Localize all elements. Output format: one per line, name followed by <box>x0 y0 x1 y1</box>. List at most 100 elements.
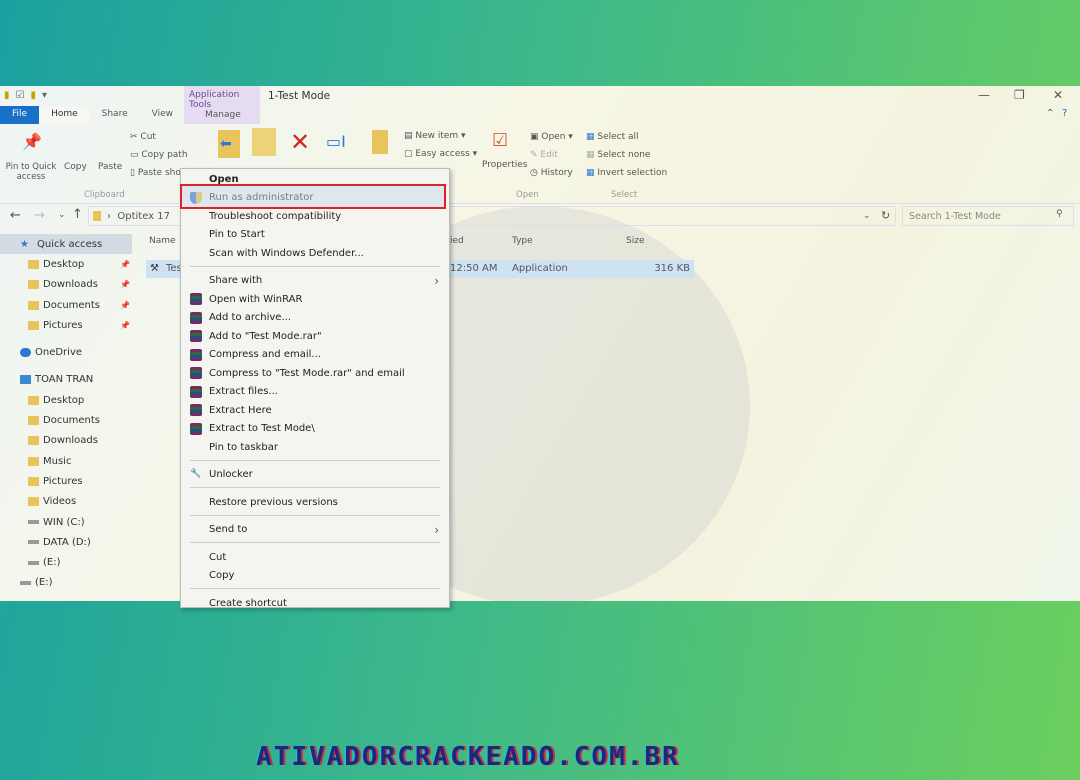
nav-item[interactable]: Desktop 📌 <box>0 254 140 274</box>
menu-item[interactable]: 🔧 Unlocker <box>181 466 449 485</box>
ribbon-collapse-icon[interactable]: ⌃ <box>1046 108 1054 119</box>
title-bar: ▮ ☑ ▮ ▾ 1-Test Mode — ❐ ✕ <box>0 86 1080 106</box>
new-folder-button[interactable] <box>372 130 388 154</box>
forward-button[interactable]: → <box>34 208 45 223</box>
menu-item[interactable]: Pin to Start <box>181 226 449 245</box>
easy-access-button[interactable]: ▢ Easy access ▾ <box>404 149 477 159</box>
tab-manage[interactable]: Manage <box>205 110 241 120</box>
nav-item[interactable]: Downloads 📌 <box>0 275 140 295</box>
column-name[interactable]: Name <box>149 236 176 246</box>
checkbox-icon[interactable]: ☑ <box>16 90 25 101</box>
column-size[interactable]: Size <box>626 236 644 246</box>
new-item-button[interactable]: ▤ New item ▾ <box>404 131 466 141</box>
nav-item[interactable]: Music <box>0 451 140 471</box>
copy-path-button[interactable]: ▭ Copy path <box>130 150 188 160</box>
menu-item[interactable]: Extract files... <box>181 383 449 402</box>
open-button[interactable]: ▣ Open ▾ <box>530 132 573 142</box>
pin-icon[interactable]: 📌 <box>120 280 130 289</box>
breadcrumb-optitex[interactable]: Optitex 17 <box>117 211 170 222</box>
select-all-button[interactable]: ▦ Select all <box>586 132 639 142</box>
nav-item[interactable]: Downloads <box>0 431 140 451</box>
menu-item[interactable]: Create shortcut <box>181 594 449 613</box>
pin-quick-access-button[interactable]: Pin to Quick access <box>4 162 58 182</box>
tab-view[interactable]: View <box>140 106 185 124</box>
tab-share[interactable]: Share <box>90 106 140 124</box>
menu-item[interactable]: Restore previous versions <box>181 493 449 512</box>
nav-item[interactable]: (E:) <box>0 552 140 572</box>
nav-item[interactable]: DATA (D:) <box>0 532 140 552</box>
help-icon[interactable]: ? <box>1062 108 1067 119</box>
menu-item[interactable]: Add to archive... <box>181 309 449 328</box>
pin-icon[interactable]: 📌 <box>120 321 130 330</box>
nav-item[interactable]: Pictures 📌 <box>0 315 140 335</box>
menu-item[interactable]: Extract to Test Mode\ <box>181 420 449 439</box>
nav-item[interactable]: Videos <box>0 492 140 512</box>
breadcrumb[interactable]: › Optitex 17 <box>107 211 170 222</box>
nav-item[interactable]: Documents <box>0 410 140 430</box>
column-modified[interactable]: ied <box>450 236 464 246</box>
nav-item[interactable]: Desktop <box>0 390 140 410</box>
tab-file[interactable]: File <box>0 106 40 124</box>
drive-icon <box>20 580 31 585</box>
folder-icon <box>28 320 39 330</box>
close-button[interactable]: ✕ <box>1053 88 1063 102</box>
nav-item[interactable]: (E:) <box>0 573 140 593</box>
column-type[interactable]: Type <box>512 236 533 246</box>
move-to-button[interactable]: ⬅ <box>218 130 240 158</box>
nav-item[interactable]: OneDrive <box>0 342 140 362</box>
nav-item[interactable]: TOAN TRAN <box>0 370 140 390</box>
copy-button[interactable]: Copy <box>64 162 87 172</box>
address-dropdown[interactable]: ⌄ <box>863 211 871 221</box>
nav-item[interactable]: Pictures <box>0 471 140 491</box>
nav-item[interactable]: WIN (C:) <box>0 512 140 532</box>
nav-item[interactable]: Documents 📌 <box>0 295 140 315</box>
nav-item-label: DATA (D:) <box>43 536 91 548</box>
paste-button[interactable]: Paste <box>98 162 122 172</box>
select-all-label: Select all <box>597 132 639 142</box>
cut-button[interactable]: ✂ Cut <box>130 132 156 142</box>
nav-item-label: Downloads <box>43 279 98 291</box>
search-input[interactable]: Search 1-Test Mode <box>902 206 1074 226</box>
quick-access-toolbar[interactable]: ▮ ☑ ▮ ▾ <box>4 90 47 101</box>
nav-item[interactable]: ★ Quick access <box>0 234 132 255</box>
recent-dropdown[interactable]: ⌄ <box>58 210 66 220</box>
application-tools-tab[interactable]: Application Tools Manage <box>184 86 260 124</box>
properties-button[interactable]: Properties <box>482 160 527 170</box>
menu-item[interactable]: Cut <box>181 548 449 567</box>
invert-selection-button[interactable]: ▦ Invert selection <box>586 168 667 178</box>
dropdown-icon[interactable]: ▾ <box>42 90 47 101</box>
back-button[interactable]: ← <box>10 208 21 223</box>
menu-item[interactable]: Extract Here <box>181 401 449 420</box>
menu-item[interactable]: Add to "Test Mode.rar" <box>181 327 449 346</box>
folder-icon <box>28 497 39 507</box>
cut-label: Cut <box>140 132 156 142</box>
drive-icon <box>28 520 39 524</box>
menu-item[interactable]: Send to › <box>181 521 449 540</box>
winrar-icon <box>190 293 202 305</box>
menu-item[interactable]: Pin to taskbar <box>181 438 449 457</box>
select-none-button[interactable]: ▦ Select none <box>586 150 650 160</box>
rename-button[interactable]: ▭I <box>326 132 346 151</box>
menu-item[interactable]: Share with › <box>181 272 449 291</box>
up-button[interactable]: ↑ <box>72 207 83 222</box>
search-icon: ⚲ <box>1056 209 1063 219</box>
menu-item[interactable]: Copy <box>181 567 449 586</box>
menu-item[interactable]: Open with WinRAR <box>181 290 449 309</box>
pin-icon[interactable]: 📌 <box>120 301 130 310</box>
watermark-logo: ATIVADORCRACKEADO.COM.BR <box>256 742 680 772</box>
copy-to-button[interactable] <box>252 128 276 156</box>
edit-button[interactable]: ✎ Edit <box>530 150 558 160</box>
minimize-button[interactable]: — <box>978 88 990 102</box>
pin-icon[interactable]: 📌 <box>120 260 130 269</box>
file-modified: 12:50 AM <box>450 263 498 274</box>
menu-item[interactable]: Compress and email... <box>181 346 449 365</box>
menu-item[interactable]: Troubleshoot compatibility <box>181 207 449 226</box>
history-button[interactable]: ◷ History <box>530 168 573 178</box>
tab-home[interactable]: Home <box>39 106 90 124</box>
menu-item[interactable]: Scan with Windows Defender... <box>181 244 449 263</box>
delete-button[interactable]: ✕ <box>290 128 310 156</box>
menu-item[interactable]: Compress to "Test Mode.rar" and email <box>181 364 449 383</box>
maximize-button[interactable]: ❐ <box>1014 88 1025 102</box>
refresh-button[interactable]: ↻ <box>881 209 890 222</box>
paste-shortcut-button[interactable]: ▯ Paste sho <box>130 168 181 178</box>
